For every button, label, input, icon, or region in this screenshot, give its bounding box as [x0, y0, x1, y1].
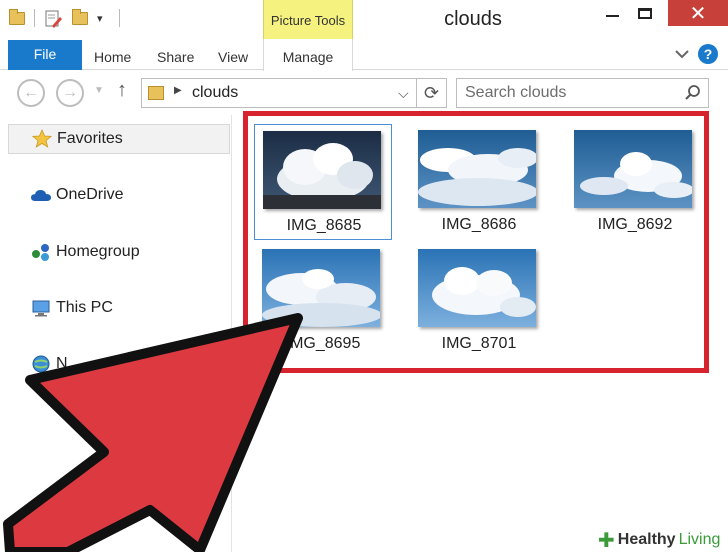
cloud-icon	[30, 184, 52, 206]
tab-manage[interactable]: Manage	[263, 39, 353, 71]
nav-label: Homegroup	[56, 243, 140, 260]
plus-icon: ✚	[598, 529, 615, 552]
watermark-text: Healthy	[617, 531, 676, 548]
tab-home[interactable]: Home	[94, 40, 131, 70]
recent-locations-dropdown[interactable]: ▼	[94, 85, 104, 96]
address-dropdown-icon[interactable]: ⌵	[398, 85, 409, 102]
picture-tools-header: Picture Tools	[263, 0, 353, 40]
tab-view[interactable]: View	[218, 40, 248, 70]
properties-icon[interactable]	[43, 9, 63, 29]
back-button[interactable]: ←	[17, 79, 45, 107]
homegroup-icon	[30, 241, 52, 263]
nav-label: OneDrive	[56, 186, 124, 203]
address-row: ← → ▼ ↑ ▶ clouds ⌵ ⟳	[0, 71, 728, 115]
ribbon-tabs: File Home Share View Manage ?	[0, 39, 728, 71]
nav-item-favorites[interactable]: Favorites	[8, 124, 230, 154]
close-icon: ✕	[689, 2, 707, 25]
picture-tools-label: Picture Tools	[270, 13, 346, 28]
refresh-button[interactable]: ⟳	[417, 78, 447, 108]
search-input[interactable]	[465, 84, 665, 102]
qat-separator	[34, 9, 35, 27]
new-folder-icon[interactable]	[72, 9, 88, 25]
title-bar: ▾ Picture Tools clouds ✕	[0, 0, 728, 40]
expand-ribbon-icon[interactable]	[675, 47, 689, 61]
maximize-button[interactable]	[625, 0, 665, 26]
nav-label: Favorites	[57, 130, 123, 147]
search-box[interactable]	[456, 78, 709, 108]
nav-item-homegroup[interactable]: Homegroup	[8, 237, 230, 267]
close-button[interactable]: ✕	[668, 0, 728, 26]
pointer-arrow-annotation	[3, 313, 303, 552]
watermark-text: Living	[678, 531, 721, 548]
folder-icon[interactable]	[9, 9, 25, 25]
qat-separator	[119, 9, 120, 27]
up-button[interactable]: ↑	[117, 79, 127, 102]
star-icon	[31, 128, 53, 150]
watermark: ✚ Healthy Living	[594, 528, 728, 552]
search-icon[interactable]	[683, 83, 703, 103]
help-icon[interactable]: ?	[698, 44, 718, 64]
tab-file[interactable]: File	[8, 40, 82, 70]
tab-share[interactable]: Share	[157, 40, 194, 70]
breadcrumb-clouds[interactable]: clouds	[192, 84, 238, 102]
breadcrumb-arrow-icon[interactable]: ▶	[174, 85, 182, 96]
forward-button[interactable]: →	[56, 79, 84, 107]
window-title: clouds	[444, 8, 502, 30]
folder-icon	[148, 86, 164, 100]
address-bar[interactable]: ▶ clouds ⌵	[141, 78, 417, 108]
qat-customize-dropdown[interactable]: ▾	[97, 12, 103, 25]
nav-item-onedrive[interactable]: OneDrive	[8, 180, 230, 210]
